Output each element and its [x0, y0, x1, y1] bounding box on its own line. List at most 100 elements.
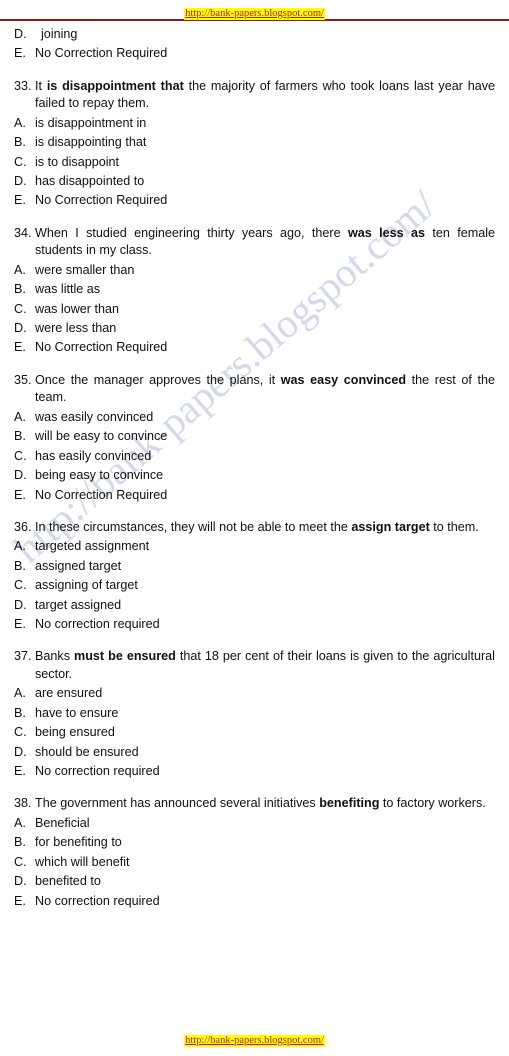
option-row[interactable]: A. was easily convinced	[14, 408, 495, 427]
option-letter: D.	[14, 597, 27, 612]
question-highlight: was easy convinced	[280, 372, 407, 387]
option-text: No Correction Required	[35, 193, 168, 208]
question-fragment: The government has announced several ini…	[35, 796, 320, 811]
option-row[interactable]: D. target assigned	[14, 596, 495, 615]
option-letter: E.	[14, 893, 26, 908]
option-row[interactable]: E. No Correction Required	[14, 191, 495, 210]
option-row[interactable]: D. has disappointed to	[14, 172, 495, 191]
option-row[interactable]: C. assigning of target	[14, 576, 495, 595]
question-number: 35.	[14, 372, 32, 387]
option-row[interactable]: E. No Correction Required	[14, 338, 495, 357]
header-link-container: http://bank-papers.blogspot.com/	[0, 0, 509, 20]
questions-root: 33. It is disappointment that the majorit…	[14, 78, 495, 911]
option-text: was lower than	[35, 301, 119, 316]
option-letter: C.	[14, 725, 27, 740]
option-text: were smaller than	[35, 262, 135, 277]
question-fragment: It	[35, 78, 47, 93]
question-highlight: benefiting	[319, 796, 380, 811]
option-letter: B.	[14, 835, 26, 850]
option-row[interactable]: D. benefited to	[14, 872, 495, 891]
option-row[interactable]: C. which will benefit	[14, 853, 495, 872]
option-row[interactable]: B. assigned target	[14, 557, 495, 576]
option-text: has easily convinced	[35, 448, 152, 463]
option-text: is disappointing that	[35, 135, 147, 150]
option-letter: A.	[14, 262, 26, 277]
option-row[interactable]: B. will be easy to convince	[14, 427, 495, 446]
question-number: 38.	[14, 796, 32, 811]
option-letter: C.	[14, 578, 27, 593]
question-line: 35. Once the manager approves the plans, …	[14, 372, 495, 407]
option-row[interactable]: B. have to ensure	[14, 704, 495, 723]
option-letter: D.	[14, 874, 27, 889]
option-letter: A.	[14, 409, 26, 424]
option-letter: E.	[14, 193, 26, 208]
option-letter: B.	[14, 558, 26, 573]
option-letter: B.	[14, 282, 26, 297]
question-fragment: Once the manager approves the plans, it	[35, 372, 281, 387]
option-text: which will benefit	[35, 854, 130, 869]
question-line: 38. The government has announced several …	[14, 795, 495, 813]
option-row[interactable]: B. for benefiting to	[14, 833, 495, 852]
option-letter: E.	[14, 487, 26, 502]
option-row[interactable]: B. was little as	[14, 280, 495, 299]
header-blog-link[interactable]: http://bank-papers.blogspot.com/	[184, 8, 325, 20]
option-text: assigned target	[35, 558, 122, 573]
option-letter: A.	[14, 815, 26, 830]
question-line: 36. In these circumstances, they will not…	[14, 519, 495, 537]
option-row[interactable]: A. is disappointment in	[14, 114, 495, 133]
question-text: When I studied engineering thirty years …	[35, 225, 495, 260]
option-row[interactable]: B. is disappointing that	[14, 133, 495, 152]
option-letter: C.	[14, 154, 27, 169]
option-row[interactable]: E. No correction required	[14, 615, 495, 634]
option-letter: E.	[14, 46, 26, 61]
option-row[interactable]: D. were less than	[14, 319, 495, 338]
question-fragment: to them.	[429, 519, 479, 534]
continued-options: D. joining E. No Correction Required	[14, 25, 495, 64]
option-letter: E.	[14, 764, 26, 779]
option-row[interactable]: E. No correction required	[14, 762, 495, 781]
question-text: In these circumstances, they will not be…	[35, 519, 495, 537]
option-row[interactable]: E. No correction required	[14, 892, 495, 911]
option-row[interactable]: C. was lower than	[14, 300, 495, 319]
question-line: 34. When I studied engineering thirty yea…	[14, 225, 495, 260]
footer-link-container: http://bank-papers.blogspot.com/	[0, 1030, 509, 1048]
option-text: were less than	[35, 321, 117, 336]
question-list: D. joining E. No Correction Required 33. It …	[0, 21, 509, 911]
option-text: No Correction Required	[35, 487, 168, 502]
option-letter: A.	[14, 115, 26, 130]
option-row[interactable]: A. Beneficial	[14, 814, 495, 833]
option-list: A. was easily convinced B. will be easy to …	[14, 408, 495, 505]
option-text: is disappointment in	[35, 115, 147, 130]
option-row[interactable]: D. joining	[14, 25, 495, 44]
question-fragment: to factory workers.	[379, 796, 486, 811]
option-row[interactable]: D. should be ensured	[14, 743, 495, 762]
option-row[interactable]: A. were smaller than	[14, 261, 495, 280]
option-text: targeted assignment	[35, 539, 150, 554]
question-block: 35. Once the manager approves the plans, …	[14, 372, 495, 505]
option-row[interactable]: C. is to disappoint	[14, 153, 495, 172]
option-row[interactable]: E. No Correction Required	[14, 486, 495, 505]
option-row[interactable]: D. being easy to convince	[14, 466, 495, 485]
option-row[interactable]: A. targeted assignment	[14, 537, 495, 556]
option-letter: E.	[14, 340, 26, 355]
option-letter: C.	[14, 301, 27, 316]
question-line: 33. It is disappointment that the majorit…	[14, 78, 495, 113]
option-row[interactable]: C. has easily convinced	[14, 447, 495, 466]
question-text: The government has announced several ini…	[35, 795, 495, 813]
option-text: being easy to convince	[35, 468, 164, 483]
option-text: No correction required	[35, 617, 160, 632]
question-number: 36.	[14, 519, 32, 534]
option-row[interactable]: A. are ensured	[14, 684, 495, 703]
option-text: should be ensured	[35, 744, 139, 759]
document-page: http://bank-papers.blogspot.com/ http://…	[0, 0, 509, 1056]
footer-blog-link[interactable]: http://bank-papers.blogspot.com/	[184, 1035, 325, 1047]
option-text: was easily convinced	[35, 409, 154, 424]
option-letter: B.	[14, 705, 26, 720]
question-line: 37. Banks must be ensured that 18 per cen…	[14, 648, 495, 683]
option-text: being ensured	[35, 725, 115, 740]
option-row[interactable]: C. being ensured	[14, 723, 495, 742]
option-list: A. is disappointment in B. is disappointing…	[14, 114, 495, 211]
option-letter: D.	[14, 468, 27, 483]
option-row[interactable]: E. No Correction Required	[14, 44, 495, 63]
option-letter: E.	[14, 617, 26, 632]
